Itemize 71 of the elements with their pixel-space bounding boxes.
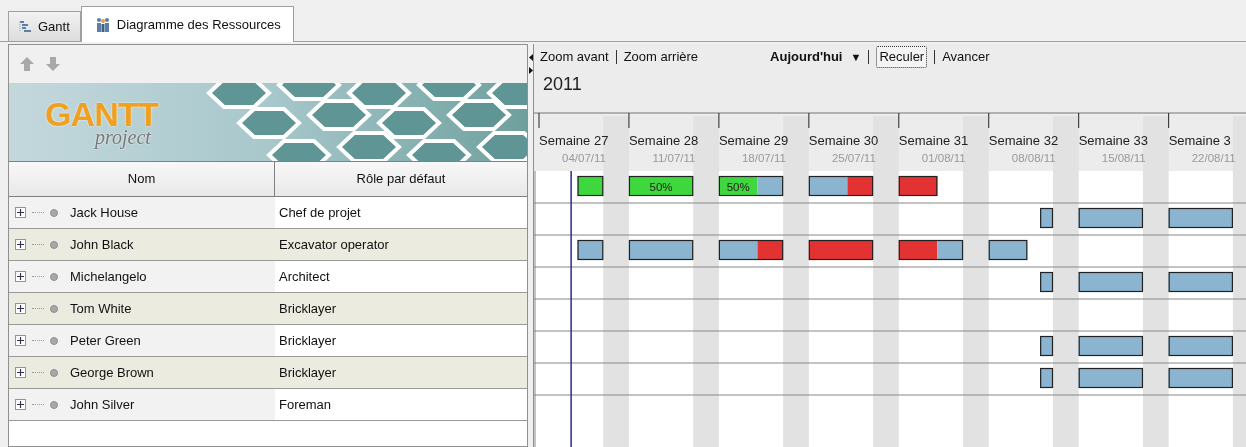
expand-icon[interactable]	[15, 207, 26, 218]
allocation-bar[interactable]	[808, 239, 874, 261]
expand-icon[interactable]	[15, 335, 26, 346]
week-date: 01/08/11	[921, 152, 966, 164]
allocation-bar[interactable]	[1078, 207, 1144, 229]
today-dropdown[interactable]: Aujourd'hui ▼	[770, 47, 862, 67]
table-cell-text: Peter Green	[70, 331, 141, 350]
week-date: 25/07/11	[831, 152, 876, 164]
allocation-bar[interactable]	[1078, 271, 1144, 293]
allocation-bar[interactable]	[988, 239, 1028, 261]
week-label: Semaine 3	[1168, 133, 1231, 148]
allocation-bar[interactable]	[1078, 335, 1144, 357]
week-label: Semaine 30	[808, 133, 879, 148]
allocation-bar[interactable]	[1168, 271, 1233, 293]
allocation-bar[interactable]	[628, 239, 694, 261]
table-cell-text: Architect	[279, 267, 330, 286]
allocation-bar[interactable]	[808, 175, 874, 197]
table-cell-text: Michelangelo	[70, 267, 147, 286]
table-cell-text: John Black	[70, 235, 134, 254]
allocation-bar[interactable]	[1040, 271, 1054, 293]
week-label: Semaine 32	[988, 133, 1059, 148]
expand-icon[interactable]	[15, 239, 26, 250]
column-header[interactable]: Nom	[9, 162, 275, 196]
allocation-bar[interactable]	[1168, 207, 1233, 229]
week-label: Semaine 27	[539, 133, 609, 148]
back-button[interactable]: Reculer	[876, 46, 928, 68]
week-label: Semaine 29	[718, 133, 789, 148]
week-label: Semaine 33	[1078, 133, 1149, 148]
table-cell-text: John Silver	[70, 395, 135, 414]
table-cell-text: Tom White	[70, 299, 132, 318]
allocation-bar[interactable]	[898, 239, 964, 261]
table-cell-text: Bricklayer	[279, 331, 337, 350]
table-cell-text: Chef de projet	[279, 203, 361, 222]
allocation-bar[interactable]	[577, 239, 604, 261]
table-cell-text: Excavator operator	[279, 235, 389, 254]
table-cell-text: Bricklayer	[279, 299, 337, 318]
week-date: 15/08/11	[1101, 152, 1146, 164]
tab[interactable]: Diagramme des Ressources	[80, 6, 294, 42]
week-date: 22/08/11	[1191, 152, 1236, 164]
week-date: 18/07/11	[741, 152, 786, 164]
table-cell-text: Bricklayer	[279, 363, 337, 382]
allocation-bar[interactable]	[577, 175, 604, 197]
gantt-icon	[19, 19, 33, 34]
expand-icon[interactable]	[15, 303, 26, 314]
table-cell-text: George Brown	[70, 363, 154, 382]
week-label: Semaine 31	[898, 133, 969, 148]
week-date: 08/08/11	[1011, 152, 1056, 164]
allocation-bar[interactable]	[718, 239, 784, 261]
forward-link[interactable]: Avancer	[942, 47, 990, 67]
tab[interactable]: Gantt	[8, 11, 81, 41]
allocation-bar[interactable]: 50%	[628, 175, 694, 197]
allocation-bar[interactable]	[1078, 367, 1144, 389]
zoom-out-link[interactable]: Zoom arrière	[623, 47, 699, 67]
allocation-bar[interactable]	[898, 175, 938, 197]
zoom-in-link[interactable]: Zoom avant	[540, 47, 609, 67]
week-date: 04/07/11	[562, 152, 606, 164]
expand-icon[interactable]	[15, 271, 26, 282]
allocation-bar[interactable]	[1168, 367, 1233, 389]
column-header[interactable]: Rôle par défaut	[275, 162, 527, 196]
year-label: 2011	[543, 72, 582, 96]
expand-icon[interactable]	[15, 399, 26, 410]
table-cell-text: Foreman	[279, 395, 332, 414]
allocation-bar[interactable]	[1040, 367, 1054, 389]
allocation-bar[interactable]	[1168, 335, 1233, 357]
allocation-bar[interactable]: 50%	[718, 175, 784, 197]
table-cell-text: Jack House	[70, 203, 138, 222]
week-label: Semaine 28	[628, 133, 699, 148]
expand-icon[interactable]	[15, 367, 26, 378]
allocation-bar[interactable]	[1040, 207, 1054, 229]
week-date: 11/07/11	[652, 152, 696, 164]
allocation-bar[interactable]	[1040, 335, 1054, 357]
